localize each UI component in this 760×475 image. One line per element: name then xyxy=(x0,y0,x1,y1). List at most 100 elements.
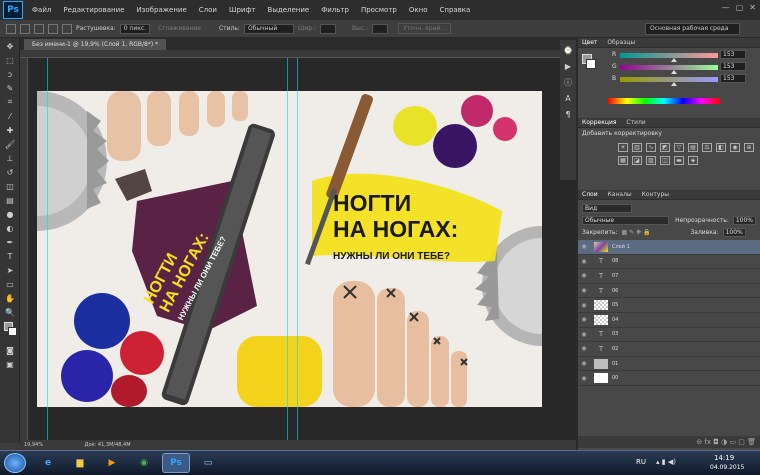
menu-file[interactable]: Файл xyxy=(26,6,57,14)
color-swatches[interactable] xyxy=(0,320,19,342)
guide-line[interactable] xyxy=(47,58,48,440)
green-slider[interactable]: G 153 xyxy=(578,62,760,74)
fill-input[interactable]: 100% xyxy=(722,227,746,237)
layer-row[interactable]: ◉ Слой 1 xyxy=(578,240,760,255)
start-button[interactable] xyxy=(4,453,26,473)
color-spectrum[interactable] xyxy=(608,98,720,104)
shape-tool-icon[interactable]: ▭ xyxy=(3,278,17,290)
link-layers-icon[interactable]: ⊖ xyxy=(696,438,702,446)
color-balance-icon[interactable]: ⚖ xyxy=(702,143,712,152)
layer-row[interactable]: ◉ T 07 xyxy=(578,269,760,284)
hue-saturation-icon[interactable]: ▤ xyxy=(688,143,698,152)
marquee-tool-icon[interactable]: ⬚ xyxy=(3,54,17,66)
visibility-eye-icon[interactable]: ◉ xyxy=(578,258,590,265)
brush-tool-icon[interactable]: 🖌 xyxy=(3,138,17,150)
move-tool-icon[interactable]: ✥ xyxy=(3,40,17,52)
document-image[interactable]: НОГТИ НА НОГАХ: НУЖНЫ ЛИ ОНИ ТЕБЕ? НОГТИ… xyxy=(37,91,542,407)
clock-date[interactable]: 04.09.2015 xyxy=(710,464,744,471)
layer-kind-filter[interactable]: Вид xyxy=(582,203,632,213)
minimize-icon[interactable]: — xyxy=(722,3,730,12)
curves-icon[interactable]: ∿ xyxy=(646,143,656,152)
posterize-icon[interactable]: ▨ xyxy=(646,156,656,165)
tray-icons[interactable]: ▴ ▮ ◀) xyxy=(656,458,676,466)
new-layer-icon[interactable]: ▢ xyxy=(738,438,745,446)
photoshop-taskbar-icon[interactable]: Ps xyxy=(162,453,190,473)
layer-row[interactable]: ◉ 05 xyxy=(578,298,760,313)
invert-icon[interactable]: ◪ xyxy=(632,156,642,165)
brightness-icon[interactable]: ☀ xyxy=(618,143,628,152)
adjustment-layer-icon[interactable]: ◑ xyxy=(721,438,727,446)
blue-slider[interactable]: B 153 xyxy=(578,74,760,86)
layer-row[interactable]: ◉ T 08 xyxy=(578,255,760,270)
tab-styles[interactable]: Стили xyxy=(626,119,645,126)
opacity-input[interactable]: 100% xyxy=(732,215,756,225)
paragraph-panel-icon[interactable]: ¶ xyxy=(561,108,575,120)
background-color-swatch[interactable] xyxy=(8,327,17,336)
visibility-eye-icon[interactable]: ◉ xyxy=(578,375,590,382)
menu-help[interactable]: Справка xyxy=(433,6,476,14)
tab-color[interactable]: Цвет xyxy=(582,39,597,46)
blend-mode-select[interactable]: Обычные xyxy=(582,215,670,225)
marquee-preset-icon[interactable] xyxy=(6,23,16,34)
add-selection-icon[interactable] xyxy=(34,23,44,34)
intersect-selection-icon[interactable] xyxy=(62,23,72,34)
vibrance-icon[interactable]: ▽ xyxy=(674,143,684,152)
layer-row[interactable]: ◉ 01 xyxy=(578,357,760,372)
fx-icon[interactable]: fx xyxy=(704,438,711,446)
visibility-eye-icon[interactable]: ◉ xyxy=(578,287,590,294)
guide-line[interactable] xyxy=(287,58,288,440)
zoom-level[interactable]: 19,94% xyxy=(24,442,43,448)
horizontal-ruler[interactable] xyxy=(20,50,576,58)
gradient-tool-icon[interactable]: ▤ xyxy=(3,194,17,206)
color-lookup-icon[interactable]: ▦ xyxy=(618,156,628,165)
exposure-icon[interactable]: ◩ xyxy=(660,143,670,152)
layer-row[interactable]: ◉ T 03 xyxy=(578,328,760,343)
visibility-eye-icon[interactable]: ◉ xyxy=(578,243,590,250)
refine-edge-button[interactable]: Уточн. край... xyxy=(398,23,451,34)
menu-edit[interactable]: Редактирование xyxy=(57,6,130,14)
visibility-eye-icon[interactable]: ◉ xyxy=(578,316,590,323)
levels-icon[interactable]: ▥ xyxy=(632,143,642,152)
healing-tool-icon[interactable]: ✚ xyxy=(3,124,17,136)
tab-layers[interactable]: Слои xyxy=(582,191,598,198)
lock-icons[interactable]: ▦ ✎ ✥ 🔒 xyxy=(622,229,651,236)
visibility-eye-icon[interactable]: ◉ xyxy=(578,360,590,367)
quick-select-tool-icon[interactable]: ✎ xyxy=(3,82,17,94)
visibility-eye-icon[interactable]: ◉ xyxy=(578,272,590,279)
visibility-eye-icon[interactable]: ◉ xyxy=(578,302,590,309)
menu-window[interactable]: Окно xyxy=(403,6,434,14)
feather-input[interactable]: 0 пикс. xyxy=(119,23,151,34)
red-value[interactable]: 153 xyxy=(720,50,746,59)
explorer-icon[interactable]: ▆ xyxy=(66,453,94,473)
height-input[interactable] xyxy=(372,23,389,34)
green-value[interactable]: 153 xyxy=(720,62,746,71)
clock-time[interactable]: 14:19 xyxy=(714,454,734,462)
gradient-map-icon[interactable]: ▬ xyxy=(674,156,684,165)
close-icon[interactable]: ✕ xyxy=(749,3,756,12)
new-selection-icon[interactable] xyxy=(20,23,30,34)
black-white-icon[interactable]: ◧ xyxy=(716,143,726,152)
layer-row[interactable]: ◉ 04 xyxy=(578,313,760,328)
tab-paths[interactable]: Контуры xyxy=(642,191,669,198)
window-taskbar-icon[interactable]: ▭ xyxy=(194,453,222,473)
stamp-tool-icon[interactable]: ⊥ xyxy=(3,152,17,164)
tab-adjustments[interactable]: Коррекция xyxy=(582,119,616,126)
delete-layer-icon[interactable]: 🗑 xyxy=(747,438,756,446)
tab-channels[interactable]: Каналы xyxy=(608,191,632,198)
lasso-tool-icon[interactable]: ↄ xyxy=(3,68,17,80)
crop-tool-icon[interactable]: ⌗ xyxy=(3,96,17,108)
layer-row[interactable]: ◉ T 06 xyxy=(578,284,760,299)
screen-mode-icon[interactable]: ▣ xyxy=(3,358,17,370)
document-size[interactable]: Док: 41,3M/48,4M xyxy=(85,442,131,448)
visibility-eye-icon[interactable]: ◉ xyxy=(578,331,590,338)
dodge-tool-icon[interactable]: ◐ xyxy=(3,222,17,234)
red-slider[interactable]: R 153 xyxy=(578,50,760,62)
quick-mask-icon[interactable]: ◙ xyxy=(3,344,17,356)
ie-icon[interactable]: e xyxy=(34,453,62,473)
type-tool-icon[interactable]: T xyxy=(3,250,17,262)
vertical-ruler[interactable] xyxy=(20,58,28,440)
document-tab[interactable]: Без имени-1 @ 19,9% (Слой 1, RGB/8*) * xyxy=(24,39,167,50)
tab-swatches[interactable]: Образцы xyxy=(607,39,635,46)
hand-tool-icon[interactable]: ✋ xyxy=(3,292,17,304)
threshold-icon[interactable]: ◫ xyxy=(660,156,670,165)
